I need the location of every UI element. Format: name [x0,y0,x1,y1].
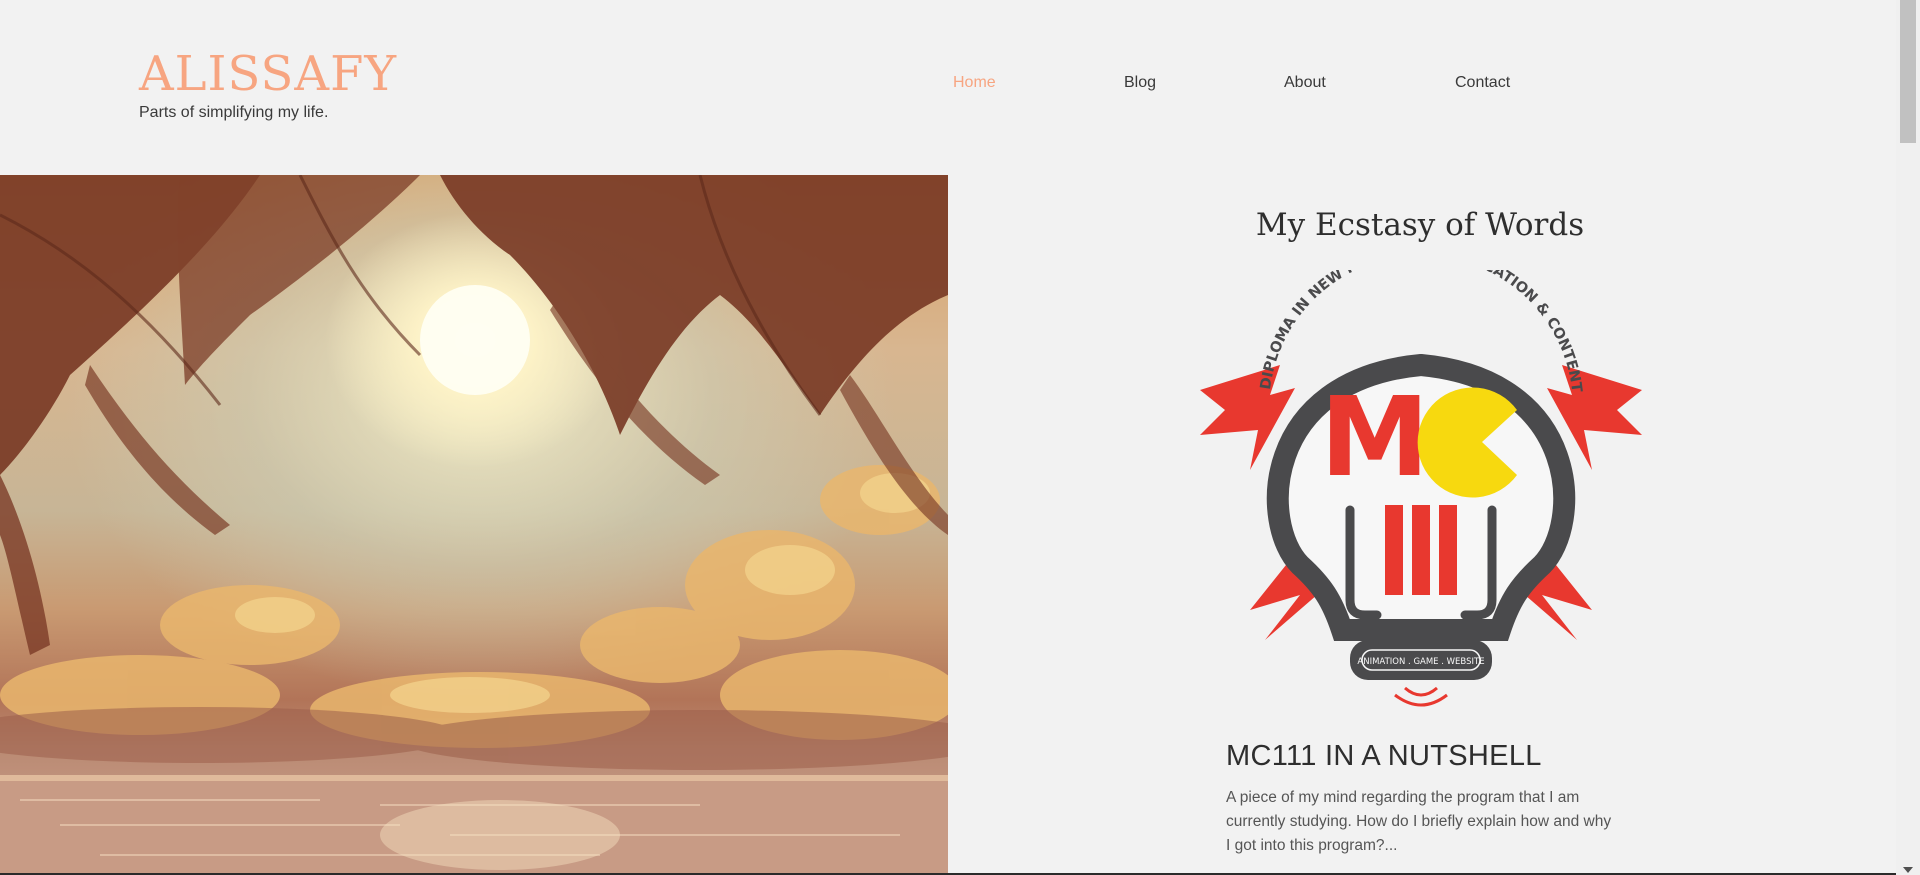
vertical-scrollbar[interactable] [1896,0,1920,875]
nav-item-home[interactable]: Home [953,74,996,92]
scrollbar-thumb[interactable] [1900,0,1916,143]
scroll-down-arrow-icon[interactable] [1903,867,1913,873]
page: ALISSAFY Parts of simplifying my life. H… [0,0,1896,875]
hero-image [0,175,948,875]
blog-section-heading: My Ecstasy of Words [1255,207,1585,243]
site-tagline: Parts of simplifying my life. [139,104,329,121]
site-brand[interactable]: ALISSAFY Parts of simplifying my life. [139,46,397,122]
nav-item-about[interactable]: About [1284,74,1326,92]
hero-illustration [0,175,948,875]
site-title[interactable]: ALISSAFY [139,46,397,102]
post-excerpt: A piece of my mind regarding the program… [1226,789,1612,854]
logo-bars [1385,505,1457,595]
nav-item-blog[interactable]: Blog [1124,74,1156,92]
logo-base-text: ANIMATION . GAME . WEBSITE [1357,657,1484,667]
nav-item-contact[interactable]: Contact [1455,74,1510,92]
logo-letter-m: M [1320,373,1429,501]
post-cover-image[interactable]: DIPLOMA IN NEW MEDIA COMMUNICATION & CON… [1194,243,1642,720]
mc111-logo: DIPLOMA IN NEW MEDIA COMMUNICATION & CON… [1194,243,1642,707]
post-title-link[interactable]: MC111 IN A NUTSHELL [1226,740,1542,773]
